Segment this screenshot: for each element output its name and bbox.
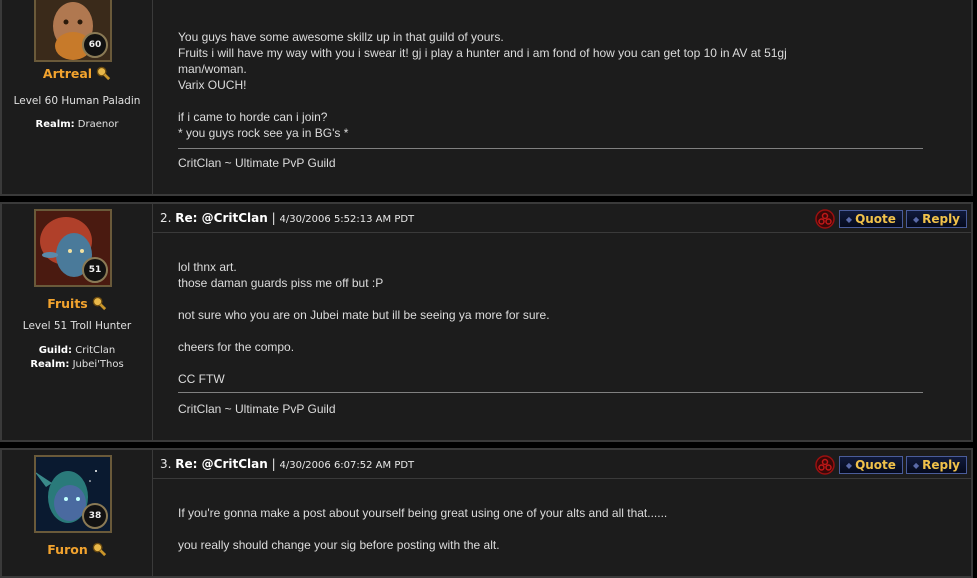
- title-separator: |: [271, 457, 276, 471]
- quote-button[interactable]: ◆ Quote: [838, 456, 903, 474]
- signature-divider: [178, 148, 923, 149]
- guild-label: Guild:: [38, 345, 73, 356]
- post-title[interactable]: Re: @CritClan: [175, 457, 268, 471]
- forum-post: 51 Fruits Level 51 Troll Hunter Guild: C…: [0, 202, 973, 442]
- forum-post: 60 Artreal Level 60 Human Paladin Realm:…: [0, 0, 973, 196]
- bullet-icon: ◆: [845, 214, 853, 224]
- post-line: you really should change your sig before…: [178, 538, 500, 552]
- post-actions: ◆ Quote ◆ Reply: [814, 454, 967, 476]
- reply-button-label: Reply: [922, 458, 960, 472]
- reply-button[interactable]: ◆ Reply: [905, 210, 967, 228]
- user-guild-realm: Guild: CritClan Realm: Jubei'Thos: [2, 344, 152, 372]
- title-separator: |: [271, 211, 276, 225]
- bullet-icon: ◆: [912, 460, 920, 470]
- post-line: [178, 355, 919, 371]
- user-realm: Realm: Draenor: [2, 118, 152, 132]
- report-post-icon[interactable]: [814, 208, 836, 230]
- user-level-class: Level 60 Human Paladin: [13, 95, 141, 107]
- post-line: You guys have some awesome skillz up in …: [178, 30, 504, 44]
- search-icon[interactable]: [92, 296, 107, 311]
- signature: CritClan ~ Ultimate PvP Guild: [178, 402, 336, 416]
- realm-label: Realm:: [30, 359, 70, 370]
- post-header: 3. Re: @CritClan | 4/30/2006 6:07:52 AM …: [153, 450, 971, 479]
- post-actions: ◆ Quote ◆ Reply: [814, 208, 967, 230]
- post-author-panel: 38 Furon: [2, 450, 153, 576]
- level-badge: 38: [82, 503, 108, 529]
- avatar[interactable]: 60: [34, 0, 112, 62]
- report-post-icon[interactable]: [814, 454, 836, 476]
- bullet-icon: ◆: [845, 460, 853, 470]
- post-number: 2.: [160, 211, 172, 225]
- post-number: 3.: [160, 457, 172, 471]
- reply-button-label: Reply: [922, 212, 960, 226]
- post-date: 4/30/2006 6:07:52 AM PDT: [279, 460, 415, 471]
- username-link[interactable]: Artreal: [43, 66, 92, 81]
- signature: CritClan ~ Ultimate PvP Guild: [178, 156, 336, 170]
- realm-value: Jubei'Thos: [72, 359, 124, 370]
- username-link[interactable]: Furon: [47, 542, 87, 557]
- realm-value: Draenor: [77, 119, 119, 130]
- post-line: Fruits i will have my way with you i swe…: [178, 46, 787, 60]
- user-realm: Realm: Jubei'Thos: [2, 358, 152, 372]
- bullet-icon: ◆: [912, 214, 920, 224]
- post-line: not sure who you are on Jubei mate but i…: [178, 308, 550, 322]
- post-line: man/woman.: [178, 62, 247, 76]
- forum-post: 38 Furon 3. Re: @CritClan | 4/30/2006 6:…: [0, 448, 973, 578]
- post-header: 2. Re: @CritClan | 4/30/2006 5:52:13 AM …: [153, 204, 971, 233]
- post-title[interactable]: Re: @CritClan: [175, 211, 268, 225]
- quote-button[interactable]: ◆ Quote: [838, 210, 903, 228]
- avatar[interactable]: 38: [34, 455, 112, 533]
- post-line: Varix OUCH!: [178, 78, 247, 92]
- user-guild: Guild: CritClan: [2, 344, 152, 358]
- level-badge: 60: [82, 32, 108, 58]
- quote-button-label: Quote: [855, 458, 896, 472]
- level-badge: 51: [82, 257, 108, 283]
- avatar[interactable]: 51: [34, 209, 112, 287]
- realm-label: Realm:: [35, 119, 75, 130]
- post-title-row: 3. Re: @CritClan | 4/30/2006 6:07:52 AM …: [160, 457, 414, 471]
- post-line: CC FTW: [178, 372, 225, 386]
- post-body: You guys have some awesome skillz up in …: [178, 29, 919, 141]
- post-author-panel: 51 Fruits Level 51 Troll Hunter Guild: C…: [2, 204, 153, 440]
- user-level-class: Level 51 Troll Hunter: [22, 320, 132, 332]
- post-line: lol thnx art.: [178, 260, 237, 274]
- post-line: If you're gonna make a post about yourse…: [178, 506, 668, 520]
- username-link[interactable]: Fruits: [47, 296, 88, 311]
- post-body: If you're gonna make a post about yourse…: [178, 505, 919, 553]
- post-line: [178, 291, 919, 307]
- post-body: lol thnx art. those daman guards piss me…: [178, 259, 919, 387]
- signature-divider: [178, 392, 923, 393]
- post-line: cheers for the compo.: [178, 340, 295, 354]
- search-icon[interactable]: [92, 542, 107, 557]
- post-line: those daman guards piss me off but :P: [178, 276, 384, 290]
- post-date: 4/30/2006 5:52:13 AM PDT: [279, 214, 415, 225]
- post-line: [178, 323, 919, 339]
- guild-value: CritClan: [75, 345, 116, 356]
- reply-button[interactable]: ◆ Reply: [905, 456, 967, 474]
- post-title-row: 2. Re: @CritClan | 4/30/2006 5:52:13 AM …: [160, 211, 414, 225]
- search-icon[interactable]: [96, 66, 111, 81]
- post-line: [178, 521, 919, 537]
- quote-button-label: Quote: [855, 212, 896, 226]
- post-line: * you guys rock see ya in BG's *: [178, 126, 349, 140]
- post-line: [178, 93, 919, 109]
- post-line: if i came to horde can i join?: [178, 110, 328, 124]
- post-author-panel: 60 Artreal Level 60 Human Paladin Realm:…: [2, 0, 153, 194]
